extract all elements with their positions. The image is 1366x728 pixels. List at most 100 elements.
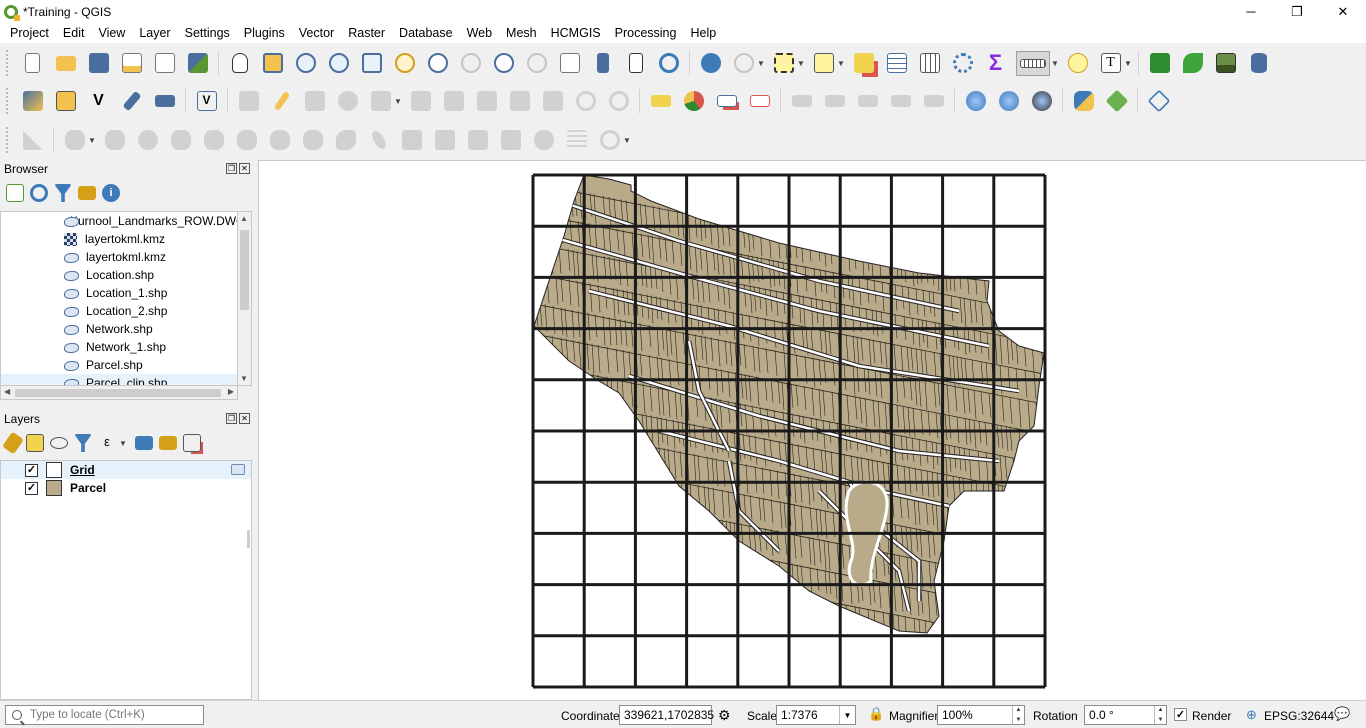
browser-item[interactable]: Location.shp bbox=[1, 266, 237, 284]
zoom-in-button[interactable] bbox=[293, 51, 318, 76]
menu-edit[interactable]: Edit bbox=[56, 26, 92, 40]
measure-line-button[interactable] bbox=[1016, 50, 1050, 76]
bookmarks-button[interactable] bbox=[623, 51, 648, 76]
add-selected-layers-icon[interactable] bbox=[6, 184, 24, 202]
processing-toolbox-button[interactable] bbox=[950, 51, 975, 76]
browser-item[interactable]: Network_1.shp bbox=[1, 338, 237, 356]
info-icon[interactable]: i bbox=[102, 184, 120, 202]
reverse-line-button[interactable] bbox=[333, 128, 358, 153]
float-panel-icon[interactable]: ❐ bbox=[226, 413, 237, 424]
chevron-down-icon[interactable]: ▼ bbox=[119, 439, 127, 448]
modify-attributes-button[interactable] bbox=[408, 89, 433, 114]
vertex-tool-button[interactable] bbox=[368, 89, 393, 114]
field-calculator-button[interactable] bbox=[917, 51, 942, 76]
menu-raster[interactable]: Raster bbox=[341, 26, 392, 40]
toolbar-grip[interactable] bbox=[6, 88, 12, 114]
close-button[interactable]: ✕ bbox=[1320, 0, 1366, 23]
map-canvas[interactable] bbox=[258, 160, 1366, 700]
pan-to-selection-button[interactable] bbox=[260, 51, 285, 76]
new-geopackage-button[interactable] bbox=[53, 89, 78, 114]
statistical-summary-button[interactable]: Σ bbox=[983, 50, 1008, 76]
run-action-button[interactable] bbox=[731, 51, 756, 76]
web-globe-search-button[interactable] bbox=[996, 89, 1021, 114]
adv-digitize-button[interactable] bbox=[20, 128, 45, 153]
menu-web[interactable]: Web bbox=[460, 26, 499, 40]
pan-map-button[interactable] bbox=[227, 51, 252, 76]
delete-ring-button[interactable] bbox=[201, 128, 226, 153]
python-console-button[interactable] bbox=[1071, 89, 1096, 114]
scale-combo[interactable]: 1:7376 ▼ bbox=[776, 705, 856, 725]
open-project-button[interactable] bbox=[53, 51, 78, 76]
menu-mesh[interactable]: Mesh bbox=[499, 26, 544, 40]
add-part-button[interactable] bbox=[135, 128, 160, 153]
browser-item[interactable]: Parcel.shp bbox=[1, 356, 237, 374]
cut-features-button[interactable] bbox=[474, 89, 499, 114]
browser-item[interactable]: Network.shp bbox=[1, 320, 237, 338]
rotation-spinbox[interactable]: 0.0 ° ▲ ▼ bbox=[1084, 705, 1167, 725]
chevron-down-icon[interactable]: ▼ bbox=[797, 59, 805, 68]
expression-filter-icon[interactable]: ε bbox=[98, 434, 116, 452]
zoom-rubberband-button[interactable] bbox=[359, 51, 384, 76]
chevron-down-icon[interactable]: ▼ bbox=[623, 136, 631, 145]
menu-help[interactable]: Help bbox=[683, 26, 723, 40]
merge-attributes-button[interactable] bbox=[498, 128, 523, 153]
select-features-button[interactable] bbox=[771, 51, 796, 76]
browser-item[interactable]: layertokml.kmz bbox=[1, 248, 237, 266]
deselect-all-button[interactable] bbox=[851, 51, 876, 76]
label-red-button[interactable] bbox=[747, 89, 772, 114]
undo-button[interactable] bbox=[573, 89, 598, 114]
label-highlight-button[interactable] bbox=[714, 89, 739, 114]
paste-features-button[interactable] bbox=[540, 89, 565, 114]
expand-all-icon[interactable] bbox=[135, 436, 153, 450]
pin-labels-button[interactable] bbox=[789, 89, 814, 114]
remove-layer-icon[interactable] bbox=[183, 434, 201, 452]
menu-view[interactable]: View bbox=[91, 26, 132, 40]
layers-scrollbar[interactable] bbox=[247, 530, 250, 548]
new-print-layout-button[interactable] bbox=[119, 51, 144, 76]
menu-vector[interactable]: Vector bbox=[292, 26, 341, 40]
layer-item-grid[interactable]: ✓ Grid bbox=[1, 461, 251, 479]
layer-visibility-checkbox[interactable]: ✓ bbox=[25, 463, 38, 477]
refresh-button[interactable] bbox=[656, 51, 681, 76]
locator-search-input[interactable]: Type to locate (Ctrl+K) bbox=[5, 705, 204, 725]
plugin-button-1[interactable] bbox=[1147, 51, 1172, 76]
toolbar-grip[interactable] bbox=[6, 127, 12, 153]
current-edits-button[interactable] bbox=[236, 89, 261, 114]
text-annotation-button[interactable]: T bbox=[1098, 51, 1123, 76]
split-features-button[interactable] bbox=[399, 128, 424, 153]
add-feature-button[interactable] bbox=[335, 89, 360, 114]
move-label-button[interactable] bbox=[855, 89, 880, 114]
chevron-down-icon[interactable]: ▼ bbox=[757, 59, 765, 68]
chevron-down-icon[interactable]: ▼ bbox=[1124, 59, 1132, 68]
menu-processing[interactable]: Processing bbox=[608, 26, 684, 40]
eye-icon[interactable] bbox=[50, 437, 68, 449]
lock-scale-icon[interactable]: 🔒 bbox=[868, 706, 884, 722]
add-ring-button[interactable] bbox=[62, 128, 87, 153]
data-source-manager-button[interactable] bbox=[20, 89, 45, 114]
virtual-layer-button[interactable]: V bbox=[194, 89, 219, 114]
add-layer-button[interactable] bbox=[152, 89, 177, 114]
plugin-layers-button[interactable] bbox=[1104, 89, 1129, 114]
zoom-native-button[interactable] bbox=[458, 51, 483, 76]
reshape-button[interactable] bbox=[267, 128, 292, 153]
scroll-right-icon[interactable]: ▶ bbox=[228, 387, 234, 396]
close-panel-icon[interactable]: ✕ bbox=[239, 163, 250, 174]
close-panel-icon[interactable]: ✕ bbox=[239, 413, 250, 424]
layer-symbol[interactable] bbox=[46, 480, 62, 496]
toolbar-grip[interactable] bbox=[6, 50, 12, 76]
temporal-controller-button[interactable] bbox=[590, 51, 615, 76]
chevron-down-icon[interactable]: ▼ bbox=[394, 97, 402, 106]
extents-toggle-icon[interactable]: ⚙ bbox=[718, 707, 731, 724]
crs-globe-icon[interactable]: ⊕ bbox=[1246, 707, 1257, 723]
browser-item[interactable]: Location_1.shp bbox=[1, 284, 237, 302]
filter-icon[interactable] bbox=[74, 434, 92, 452]
change-label-button[interactable] bbox=[921, 89, 946, 114]
collapse-all-icon[interactable] bbox=[159, 436, 177, 450]
chevron-down-icon[interactable]: ▼ bbox=[839, 706, 855, 724]
menu-plugins[interactable]: Plugins bbox=[237, 26, 292, 40]
chevron-down-icon[interactable]: ▼ bbox=[88, 136, 96, 145]
plugin-button-2[interactable] bbox=[1180, 51, 1205, 76]
browser-tree[interactable]: Kurnool_Landmarks_ROW.DWG layertokml.kmz… bbox=[0, 211, 238, 386]
filter-icon[interactable] bbox=[54, 184, 72, 202]
browser-item[interactable]: layertokml.kmz bbox=[1, 230, 237, 248]
